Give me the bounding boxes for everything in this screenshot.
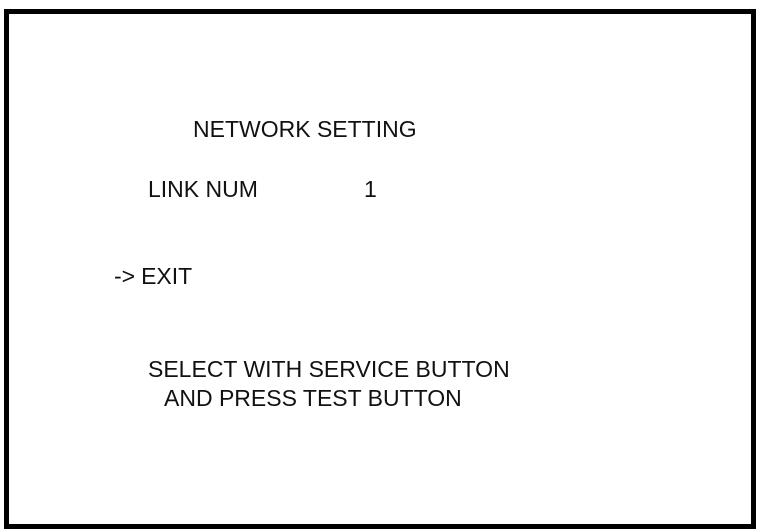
link-num-value[interactable]: 1 [364, 175, 377, 203]
link-num-label: LINK NUM [148, 176, 258, 202]
instruction-line-1: SELECT WITH SERVICE BUTTON [148, 356, 510, 382]
selection-cursor-icon: -> [114, 263, 136, 289]
exit-label: EXIT [141, 263, 193, 289]
instruction-line-2: AND PRESS TEST BUTTON [164, 385, 462, 411]
exit-menu-item[interactable]: -> EXIT [114, 262, 192, 290]
menu-title: NETWORK SETTING [193, 116, 417, 142]
